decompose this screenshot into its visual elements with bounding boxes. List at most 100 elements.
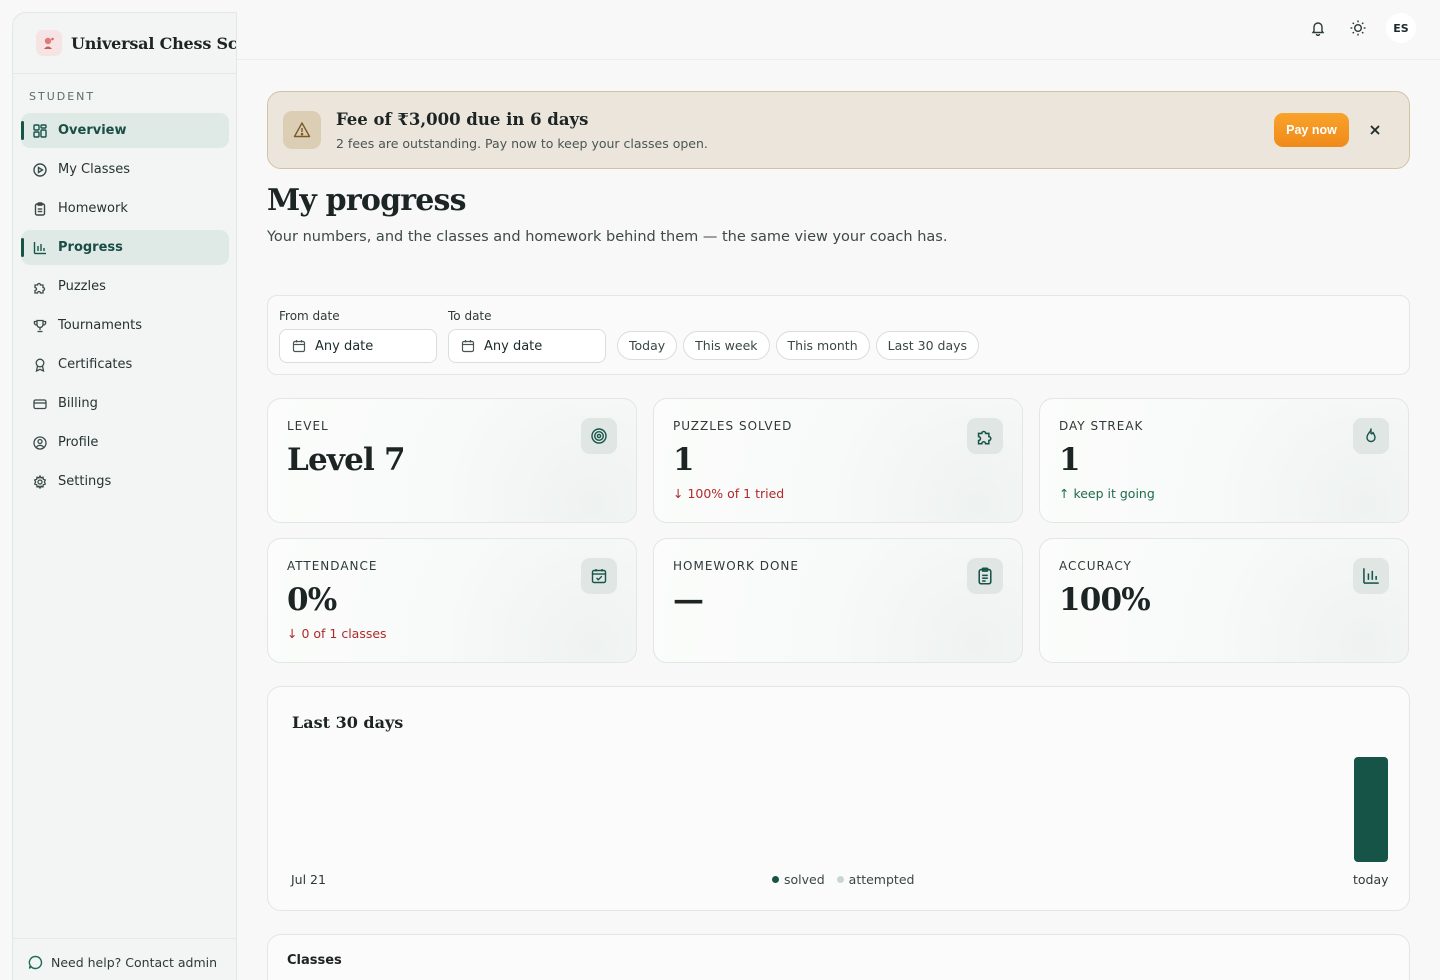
stat-trend: ↓ 100% of 1 tried — [673, 486, 785, 501]
school-logo-icon — [36, 30, 62, 56]
puzzle-icon — [967, 418, 1003, 454]
to-date-field: To date Any date — [448, 309, 606, 363]
trophy-icon — [33, 319, 47, 333]
banner-subtitle: 2 fees are outstanding. Pay now to keep … — [336, 136, 708, 151]
sidebar-item-label: Settings — [58, 474, 112, 489]
preset-last-30-days[interactable]: Last 30 days — [875, 331, 980, 360]
help-link[interactable]: Need help? Contact admin — [13, 938, 236, 970]
date-presets: Today This week This month Last 30 days — [617, 331, 980, 360]
classes-title: Classes — [287, 953, 342, 968]
to-date-value: Any date — [484, 338, 543, 354]
sidebar-item-progress[interactable]: Progress — [21, 230, 229, 265]
sidebar-item-certificates[interactable]: Certificates — [21, 347, 229, 382]
stat-card-accuracy: ACCURACY 100% — [1039, 538, 1409, 663]
x-axis-end-label: today — [1353, 872, 1389, 887]
chart-legend: solved attempted — [772, 872, 914, 887]
user-circle-icon — [33, 435, 47, 450]
sidebar-item-label: Billing — [58, 396, 98, 411]
from-date-value: Any date — [315, 338, 374, 354]
bar-chart-icon — [33, 241, 47, 255]
stat-label: HOMEWORK DONE — [673, 559, 799, 573]
target-icon — [581, 418, 617, 454]
bar-solved-day-30 — [1354, 757, 1388, 862]
banner-title: Fee of ₹3,000 due in 6 days — [336, 110, 589, 129]
stat-card-puzzles-solved: PUZZLES SOLVED 1 ↓ 100% of 1 tried — [653, 398, 1023, 523]
sidebar-item-my-classes[interactable]: My Classes — [21, 152, 229, 187]
puzzle-icon — [33, 280, 47, 294]
gear-icon — [33, 474, 47, 489]
stat-value: Level 7 — [287, 442, 406, 478]
stat-label: LEVEL — [287, 419, 329, 433]
sidebar-item-label: My Classes — [58, 162, 131, 177]
bell-icon[interactable] — [1304, 14, 1332, 42]
play-circle-icon — [33, 162, 47, 177]
sidebar-item-label: Progress — [58, 240, 123, 255]
fee-due-banner: Fee of ₹3,000 due in 6 days 2 fees are o… — [267, 91, 1410, 169]
stat-value: 1 — [1059, 442, 1081, 478]
stat-value: — — [673, 582, 704, 618]
top-bar: ES — [237, 0, 1440, 60]
legend-item-solved: solved — [772, 872, 825, 887]
bar-chart-icon — [1353, 558, 1389, 594]
clipboard-icon — [967, 558, 1003, 594]
sidebar-item-label: Tournaments — [58, 318, 143, 333]
stat-value: 0% — [287, 582, 337, 618]
preset-this-week[interactable]: This week — [683, 331, 770, 360]
close-icon[interactable] — [1365, 120, 1385, 140]
chat-bubble-icon — [28, 955, 43, 970]
legend-item-attempted: attempted — [836, 872, 915, 887]
stat-value: 100% — [1059, 582, 1151, 618]
pay-now-button[interactable]: Pay now — [1274, 113, 1349, 147]
stat-label: ATTENDANCE — [287, 559, 378, 573]
award-icon — [33, 358, 47, 372]
sidebar-item-label: Homework — [58, 201, 128, 216]
sidebar-item-label: Profile — [58, 435, 99, 450]
classes-card: Classes — [267, 934, 1410, 980]
x-axis-start-label: Jul 21 — [291, 872, 326, 887]
stat-trend: ↑ keep it going — [1059, 486, 1155, 501]
to-date-input[interactable]: Any date — [448, 329, 606, 363]
stat-card-day-streak: DAY STREAK 1 ↑ keep it going — [1039, 398, 1409, 523]
avatar[interactable]: ES — [1386, 13, 1416, 43]
calendar-check-icon — [581, 558, 617, 594]
legend-label: solved — [784, 872, 825, 887]
stat-label: DAY STREAK — [1059, 419, 1144, 433]
sidebar: Universal Chess Sch STUDENT Overview My … — [12, 12, 237, 980]
sidebar-item-label: Overview — [58, 123, 127, 138]
sidebar-item-billing[interactable]: Billing — [21, 386, 229, 421]
sidebar-item-label: Certificates — [58, 357, 133, 372]
calendar-icon — [461, 339, 475, 353]
legend-dot-attempted — [836, 876, 844, 883]
calendar-icon — [292, 339, 306, 353]
legend-label: attempted — [848, 872, 915, 887]
page-title: My progress — [267, 183, 467, 218]
last-30-days-chart: Last 30 days Jul 21 solved attempted tod… — [267, 686, 1410, 911]
to-date-label: To date — [448, 309, 492, 323]
school-name: Universal Chess Sch — [71, 33, 237, 53]
credit-card-icon — [33, 397, 47, 411]
sidebar-item-puzzles[interactable]: Puzzles — [21, 269, 229, 304]
date-filter: From date Any date To date Any date Toda… — [267, 295, 1410, 375]
sidebar-item-profile[interactable]: Profile — [21, 425, 229, 460]
flame-icon — [1353, 418, 1389, 454]
clipboard-icon — [33, 201, 47, 216]
stat-trend: ↓ 0 of 1 classes — [287, 626, 387, 641]
stat-label: ACCURACY — [1059, 559, 1132, 573]
from-date-input[interactable]: Any date — [279, 329, 437, 363]
stat-label: PUZZLES SOLVED — [673, 419, 793, 433]
sidebar-item-homework[interactable]: Homework — [21, 191, 229, 226]
stat-card-homework-done: HOMEWORK DONE — — [653, 538, 1023, 663]
page-subtitle: Your numbers, and the classes and homewo… — [267, 229, 948, 245]
sidebar-item-overview[interactable]: Overview — [21, 113, 229, 148]
sun-icon[interactable] — [1344, 14, 1372, 42]
stat-value: 1 — [673, 442, 695, 478]
stat-card-attendance: ATTENDANCE 0% ↓ 0 of 1 classes — [267, 538, 637, 663]
sidebar-item-settings[interactable]: Settings — [21, 464, 229, 499]
warning-icon — [283, 111, 321, 149]
from-date-label: From date — [279, 309, 340, 323]
preset-this-month[interactable]: This month — [775, 331, 870, 360]
preset-today[interactable]: Today — [617, 331, 678, 360]
sidebar-item-tournaments[interactable]: Tournaments — [21, 308, 229, 343]
brand[interactable]: Universal Chess Sch — [36, 30, 237, 56]
stat-card-level: LEVEL Level 7 — [267, 398, 637, 523]
